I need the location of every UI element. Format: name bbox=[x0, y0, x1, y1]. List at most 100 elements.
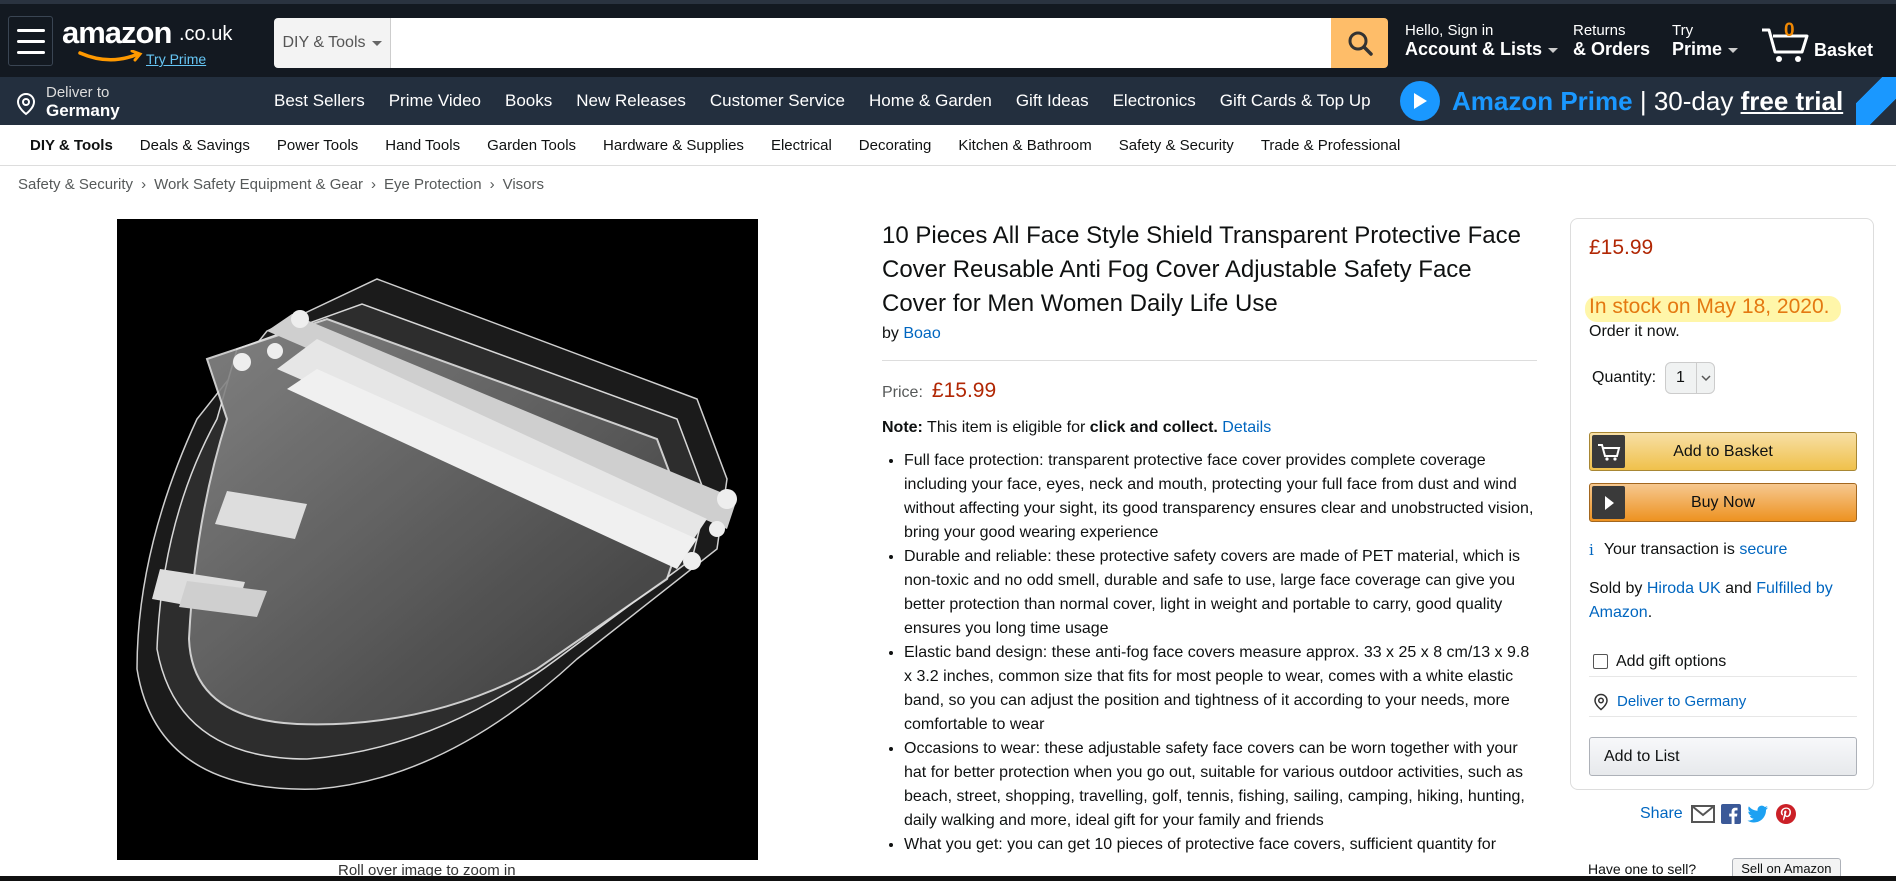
logo-tld: .co.uk bbox=[179, 23, 233, 45]
gift-options-label: Add gift options bbox=[1616, 652, 1727, 670]
share-row: Share bbox=[1640, 803, 1797, 825]
secure-text: Your transaction is bbox=[1603, 541, 1735, 558]
deliver-to-row[interactable]: Deliver to Germany bbox=[1589, 687, 1857, 717]
account-greeting: Hello, Sign in bbox=[1405, 22, 1494, 39]
nav-link-prime-video[interactable]: Prime Video bbox=[389, 91, 481, 111]
basket-count: 0 bbox=[1784, 20, 1795, 41]
returns-label: Returns bbox=[1573, 22, 1626, 39]
nav-link-best-sellers[interactable]: Best Sellers bbox=[274, 91, 365, 111]
add-to-list-button[interactable]: Add to List bbox=[1589, 737, 1857, 776]
buy-now-label: Buy Now bbox=[1690, 493, 1756, 511]
nav-link-gift-ideas[interactable]: Gift Ideas bbox=[1016, 91, 1089, 111]
seller-link[interactable]: Hiroda UK bbox=[1647, 580, 1721, 597]
prime-free-trial: free trial bbox=[1740, 85, 1844, 116]
product-main-image[interactable] bbox=[117, 219, 758, 860]
hamburger-menu-button[interactable] bbox=[8, 16, 53, 66]
subnav-hand-tools[interactable]: Hand Tools bbox=[385, 137, 460, 154]
subnav-diy-tools[interactable]: DIY & Tools bbox=[30, 137, 113, 154]
note-label: Note: bbox=[882, 419, 923, 436]
add-to-basket-label: Add to Basket bbox=[1673, 442, 1773, 460]
try-prime-link[interactable]: Try Prime bbox=[146, 51, 206, 67]
price-label: Price: bbox=[882, 384, 923, 401]
subnav-electrical[interactable]: Electrical bbox=[771, 137, 832, 154]
search-input[interactable] bbox=[391, 18, 1331, 68]
prime-offer: 30-day bbox=[1653, 85, 1734, 116]
sold-by-period: . bbox=[1647, 604, 1653, 621]
menu-bar bbox=[16, 28, 45, 32]
breadcrumb-item[interactable]: Visors bbox=[503, 176, 544, 193]
quantity-label: Quantity: bbox=[1592, 369, 1657, 386]
quantity-select[interactable]: 1 bbox=[1665, 362, 1716, 394]
nav-link-electronics[interactable]: Electronics bbox=[1113, 91, 1196, 111]
logo-smile-icon bbox=[78, 50, 143, 62]
stock-status: In stock on May 18, 2020. bbox=[1589, 295, 1830, 318]
twitter-icon[interactable] bbox=[1747, 804, 1769, 824]
main-nav-links: Best Sellers Prime Video Books New Relea… bbox=[274, 77, 1371, 125]
by-label: by bbox=[882, 325, 899, 342]
breadcrumb-item[interactable]: Safety & Security bbox=[18, 176, 133, 193]
feature-bullet: What you get: you can get 10 pieces of p… bbox=[904, 833, 1537, 857]
breadcrumb-separator: › bbox=[371, 176, 377, 193]
nav-link-gift-cards[interactable]: Gift Cards & Top Up bbox=[1220, 91, 1371, 111]
breadcrumb: Safety & Security › Work Safety Equipmen… bbox=[18, 176, 544, 193]
chevron-down-icon bbox=[1728, 48, 1739, 53]
subnav-trade-professional[interactable]: Trade & Professional bbox=[1261, 137, 1401, 154]
add-to-basket-button[interactable]: Add to Basket bbox=[1589, 432, 1857, 471]
nav-link-customer-service[interactable]: Customer Service bbox=[710, 91, 845, 111]
top-navbar: amazon .co.uk Try Prime DIY & Tools Hell… bbox=[0, 0, 1896, 77]
search-bar: DIY & Tools bbox=[274, 18, 1388, 68]
subnav-garden-tools[interactable]: Garden Tools bbox=[487, 137, 576, 154]
subnav-decorating[interactable]: Decorating bbox=[859, 137, 932, 154]
sell-question: Have one to sell? bbox=[1588, 860, 1697, 877]
subnav-hardware-supplies[interactable]: Hardware & Supplies bbox=[603, 137, 744, 154]
brand-link[interactable]: Boao bbox=[903, 325, 940, 342]
account-lists-menu[interactable]: Hello, Sign in Account & Lists bbox=[1405, 22, 1559, 60]
note-text: This item is eligible for bbox=[927, 419, 1086, 436]
divider bbox=[882, 360, 1537, 361]
breadcrumb-item[interactable]: Work Safety Equipment & Gear bbox=[154, 176, 363, 193]
feature-bullet: Occasions to wear: these adjustable safe… bbox=[904, 737, 1537, 833]
chevron-down-icon bbox=[1548, 48, 1559, 53]
pinterest-icon[interactable] bbox=[1775, 803, 1797, 825]
menu-bar bbox=[16, 39, 45, 43]
subnav-safety-security[interactable]: Safety & Security bbox=[1119, 137, 1234, 154]
breadcrumb-item[interactable]: Eye Protection bbox=[384, 176, 482, 193]
deliver-to-link[interactable]: Deliver to Germany bbox=[1617, 693, 1746, 710]
location-pin-icon bbox=[16, 92, 36, 116]
buy-now-button[interactable]: Buy Now bbox=[1589, 483, 1857, 522]
prime-trial-banner[interactable]: Amazon Prime | 30-day free trial bbox=[1400, 77, 1896, 125]
quantity-row: Quantity: 1 bbox=[1592, 362, 1716, 394]
amazon-logo[interactable]: amazon .co.uk Try Prime bbox=[62, 14, 233, 67]
details-link[interactable]: Details bbox=[1222, 419, 1271, 436]
subnav-power-tools[interactable]: Power Tools bbox=[277, 137, 358, 154]
search-button[interactable] bbox=[1331, 18, 1388, 68]
returns-orders-link[interactable]: Returns & Orders bbox=[1573, 22, 1650, 60]
location-pin-icon bbox=[1594, 693, 1608, 710]
try-prime-menu[interactable]: Try Prime bbox=[1672, 22, 1739, 60]
facebook-icon[interactable] bbox=[1720, 804, 1741, 824]
secure-link[interactable]: secure bbox=[1739, 541, 1787, 558]
nav-link-books[interactable]: Books bbox=[505, 91, 552, 111]
search-category-dropdown[interactable]: DIY & Tools bbox=[274, 18, 391, 68]
basket-label: Basket bbox=[1814, 40, 1874, 60]
sold-by-label: Sold by bbox=[1589, 580, 1643, 597]
orders-label: & Orders bbox=[1573, 39, 1651, 60]
menu-bar bbox=[16, 50, 45, 54]
quantity-value: 1 bbox=[1676, 369, 1685, 386]
play-icon bbox=[1592, 486, 1625, 519]
subnav-deals-savings[interactable]: Deals & Savings bbox=[140, 137, 250, 154]
breadcrumb-separator: › bbox=[489, 176, 495, 193]
nav-link-home-garden[interactable]: Home & Garden bbox=[869, 91, 992, 111]
gift-options-row[interactable]: Add gift options bbox=[1589, 647, 1857, 677]
nav-link-new-releases[interactable]: New Releases bbox=[576, 91, 686, 111]
play-icon bbox=[1400, 81, 1440, 121]
order-now-text: Order it now. bbox=[1589, 323, 1680, 340]
subnav-kitchen-bathroom[interactable]: Kitchen & Bathroom bbox=[958, 137, 1091, 154]
gift-options-checkbox[interactable] bbox=[1593, 654, 1608, 669]
deliver-label: Deliver to bbox=[46, 84, 110, 101]
email-icon[interactable] bbox=[1690, 805, 1715, 823]
cart-icon bbox=[1592, 435, 1625, 468]
feature-bullet: Full face protection: transparent protec… bbox=[904, 449, 1537, 545]
note-bold: click and collect. bbox=[1089, 419, 1218, 436]
basket-link[interactable]: 0 Basket bbox=[1760, 20, 1874, 66]
